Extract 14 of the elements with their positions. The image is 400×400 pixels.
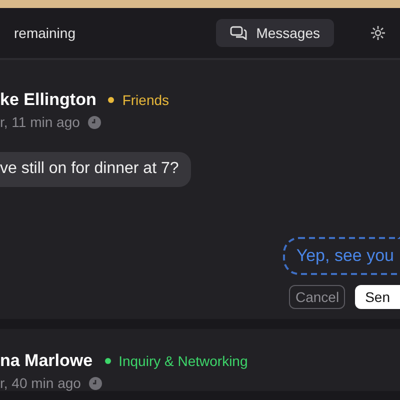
chat-icon	[230, 26, 248, 40]
category-tag: Inquiry & Networking	[118, 353, 248, 369]
contact-name: ke Ellington	[0, 90, 96, 110]
cancel-button[interactable]: Cancel	[289, 285, 346, 309]
remaining-count: remaining	[14, 25, 76, 41]
category-tag: Friends	[122, 92, 170, 108]
tab[interactable]: Messages	[216, 19, 334, 47]
send-button[interactable]: Sen	[355, 285, 400, 309]
timestamp: r, 40 min ago	[0, 375, 81, 391]
message-bubble: ve still on for dinner at 7?	[0, 152, 191, 187]
timestamp: r, 11 min ago	[0, 114, 80, 130]
clock-icon	[88, 116, 101, 128]
draft-reply[interactable]: Yep, see you	[283, 237, 400, 275]
contact-name: na Marlowe	[0, 351, 93, 371]
